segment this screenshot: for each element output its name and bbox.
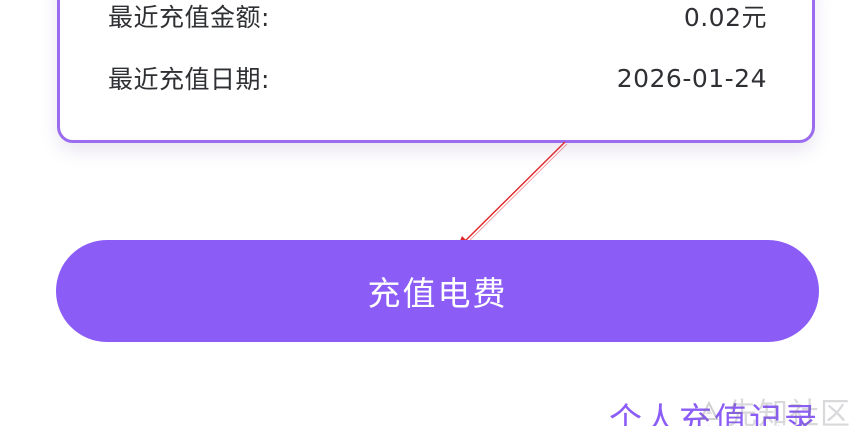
- last-recharge-amount-label: 最近充值金额:: [108, 3, 270, 32]
- recharge-electricity-button[interactable]: 充值电费: [56, 240, 819, 342]
- site-watermark: 先知社区: [697, 389, 851, 426]
- watermark-logo-icon: [699, 400, 719, 420]
- annotation-arrow-line-shadow: [461, 143, 568, 249]
- last-recharge-date-row: 最近充值日期: 2026-01-24: [108, 58, 767, 98]
- last-recharge-date-value: 2026-01-24: [616, 63, 767, 93]
- recharge-info-card: 最近充值金额: 0.02元 最近充值日期: 2026-01-24: [57, 0, 815, 143]
- last-recharge-date-label: 最近充值日期:: [108, 65, 270, 94]
- last-recharge-amount-row: 最近充值金额: 0.02元: [108, 0, 767, 36]
- electricity-recharge-screen: 最近充值金额: 0.02元 最近充值日期: 2026-01-24 充值电费 个人…: [0, 0, 865, 426]
- watermark-text: 先知社区: [727, 397, 851, 426]
- annotation-arrow-line: [459, 141, 566, 247]
- last-recharge-amount-value: 0.02元: [683, 3, 767, 32]
